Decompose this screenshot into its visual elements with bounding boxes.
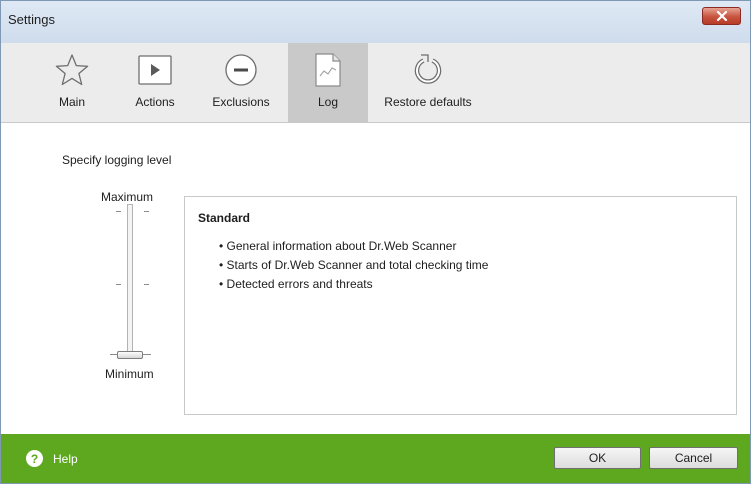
help-link[interactable]: Help <box>53 452 78 466</box>
logging-level-details: General information about Dr.Web Scanner… <box>219 237 489 294</box>
log-settings-panel: Specify logging level Maximum Minimum St… <box>1 124 750 434</box>
play-icon <box>138 53 172 87</box>
tab-actions-label: Actions <box>135 95 175 109</box>
close-button[interactable] <box>702 7 741 25</box>
logging-level-heading: Specify logging level <box>62 153 172 167</box>
tab-actions[interactable]: Actions <box>129 43 181 123</box>
list-item: Starts of Dr.Web Scanner and total check… <box>219 256 489 275</box>
tab-restore-defaults-label: Restore defaults <box>384 95 472 109</box>
logging-level-title: Standard <box>198 211 251 225</box>
footer-bar: ? Help OK Cancel <box>1 434 750 483</box>
slider-minimum-label: Minimum <box>105 367 154 381</box>
tab-main[interactable]: Main <box>48 43 96 123</box>
slider-tick <box>144 284 149 285</box>
minus-circle-icon <box>224 53 258 87</box>
title-bar: Settings <box>1 1 750 43</box>
restore-defaults-button[interactable]: Restore defaults <box>380 43 476 123</box>
slider-maximum-label: Maximum <box>101 190 154 204</box>
logging-level-description: Standard General information about Dr.We… <box>184 196 737 415</box>
restore-arrow-icon <box>412 53 444 87</box>
close-icon <box>716 11 727 21</box>
tab-log[interactable]: Log <box>288 43 368 123</box>
list-item: Detected errors and threats <box>219 275 488 294</box>
ok-button[interactable]: OK <box>554 447 641 469</box>
slider-tick <box>142 354 151 355</box>
tab-exclusions[interactable]: Exclusions <box>207 43 275 123</box>
logging-level-slider[interactable]: Maximum Minimum <box>96 190 171 382</box>
help-icon[interactable]: ? <box>26 450 43 467</box>
window-title: Settings <box>8 12 55 27</box>
slider-track[interactable] <box>127 204 133 354</box>
settings-window: Settings Main Actions Exclusions Log Res… <box>0 0 751 484</box>
slider-tick <box>116 211 121 212</box>
settings-toolbar: Main Actions Exclusions Log Restore defa… <box>1 43 750 123</box>
slider-tick <box>144 211 149 212</box>
list-item: General information about Dr.Web Scanner <box>219 237 488 256</box>
tab-main-label: Main <box>58 95 85 109</box>
tab-exclusions-label: Exclusions <box>212 95 270 109</box>
cancel-button[interactable]: Cancel <box>649 447 738 469</box>
tab-log-label: Log <box>317 95 339 109</box>
slider-thumb[interactable] <box>117 351 143 359</box>
log-document-icon <box>314 53 342 87</box>
slider-tick <box>116 284 121 285</box>
star-icon <box>54 53 90 87</box>
